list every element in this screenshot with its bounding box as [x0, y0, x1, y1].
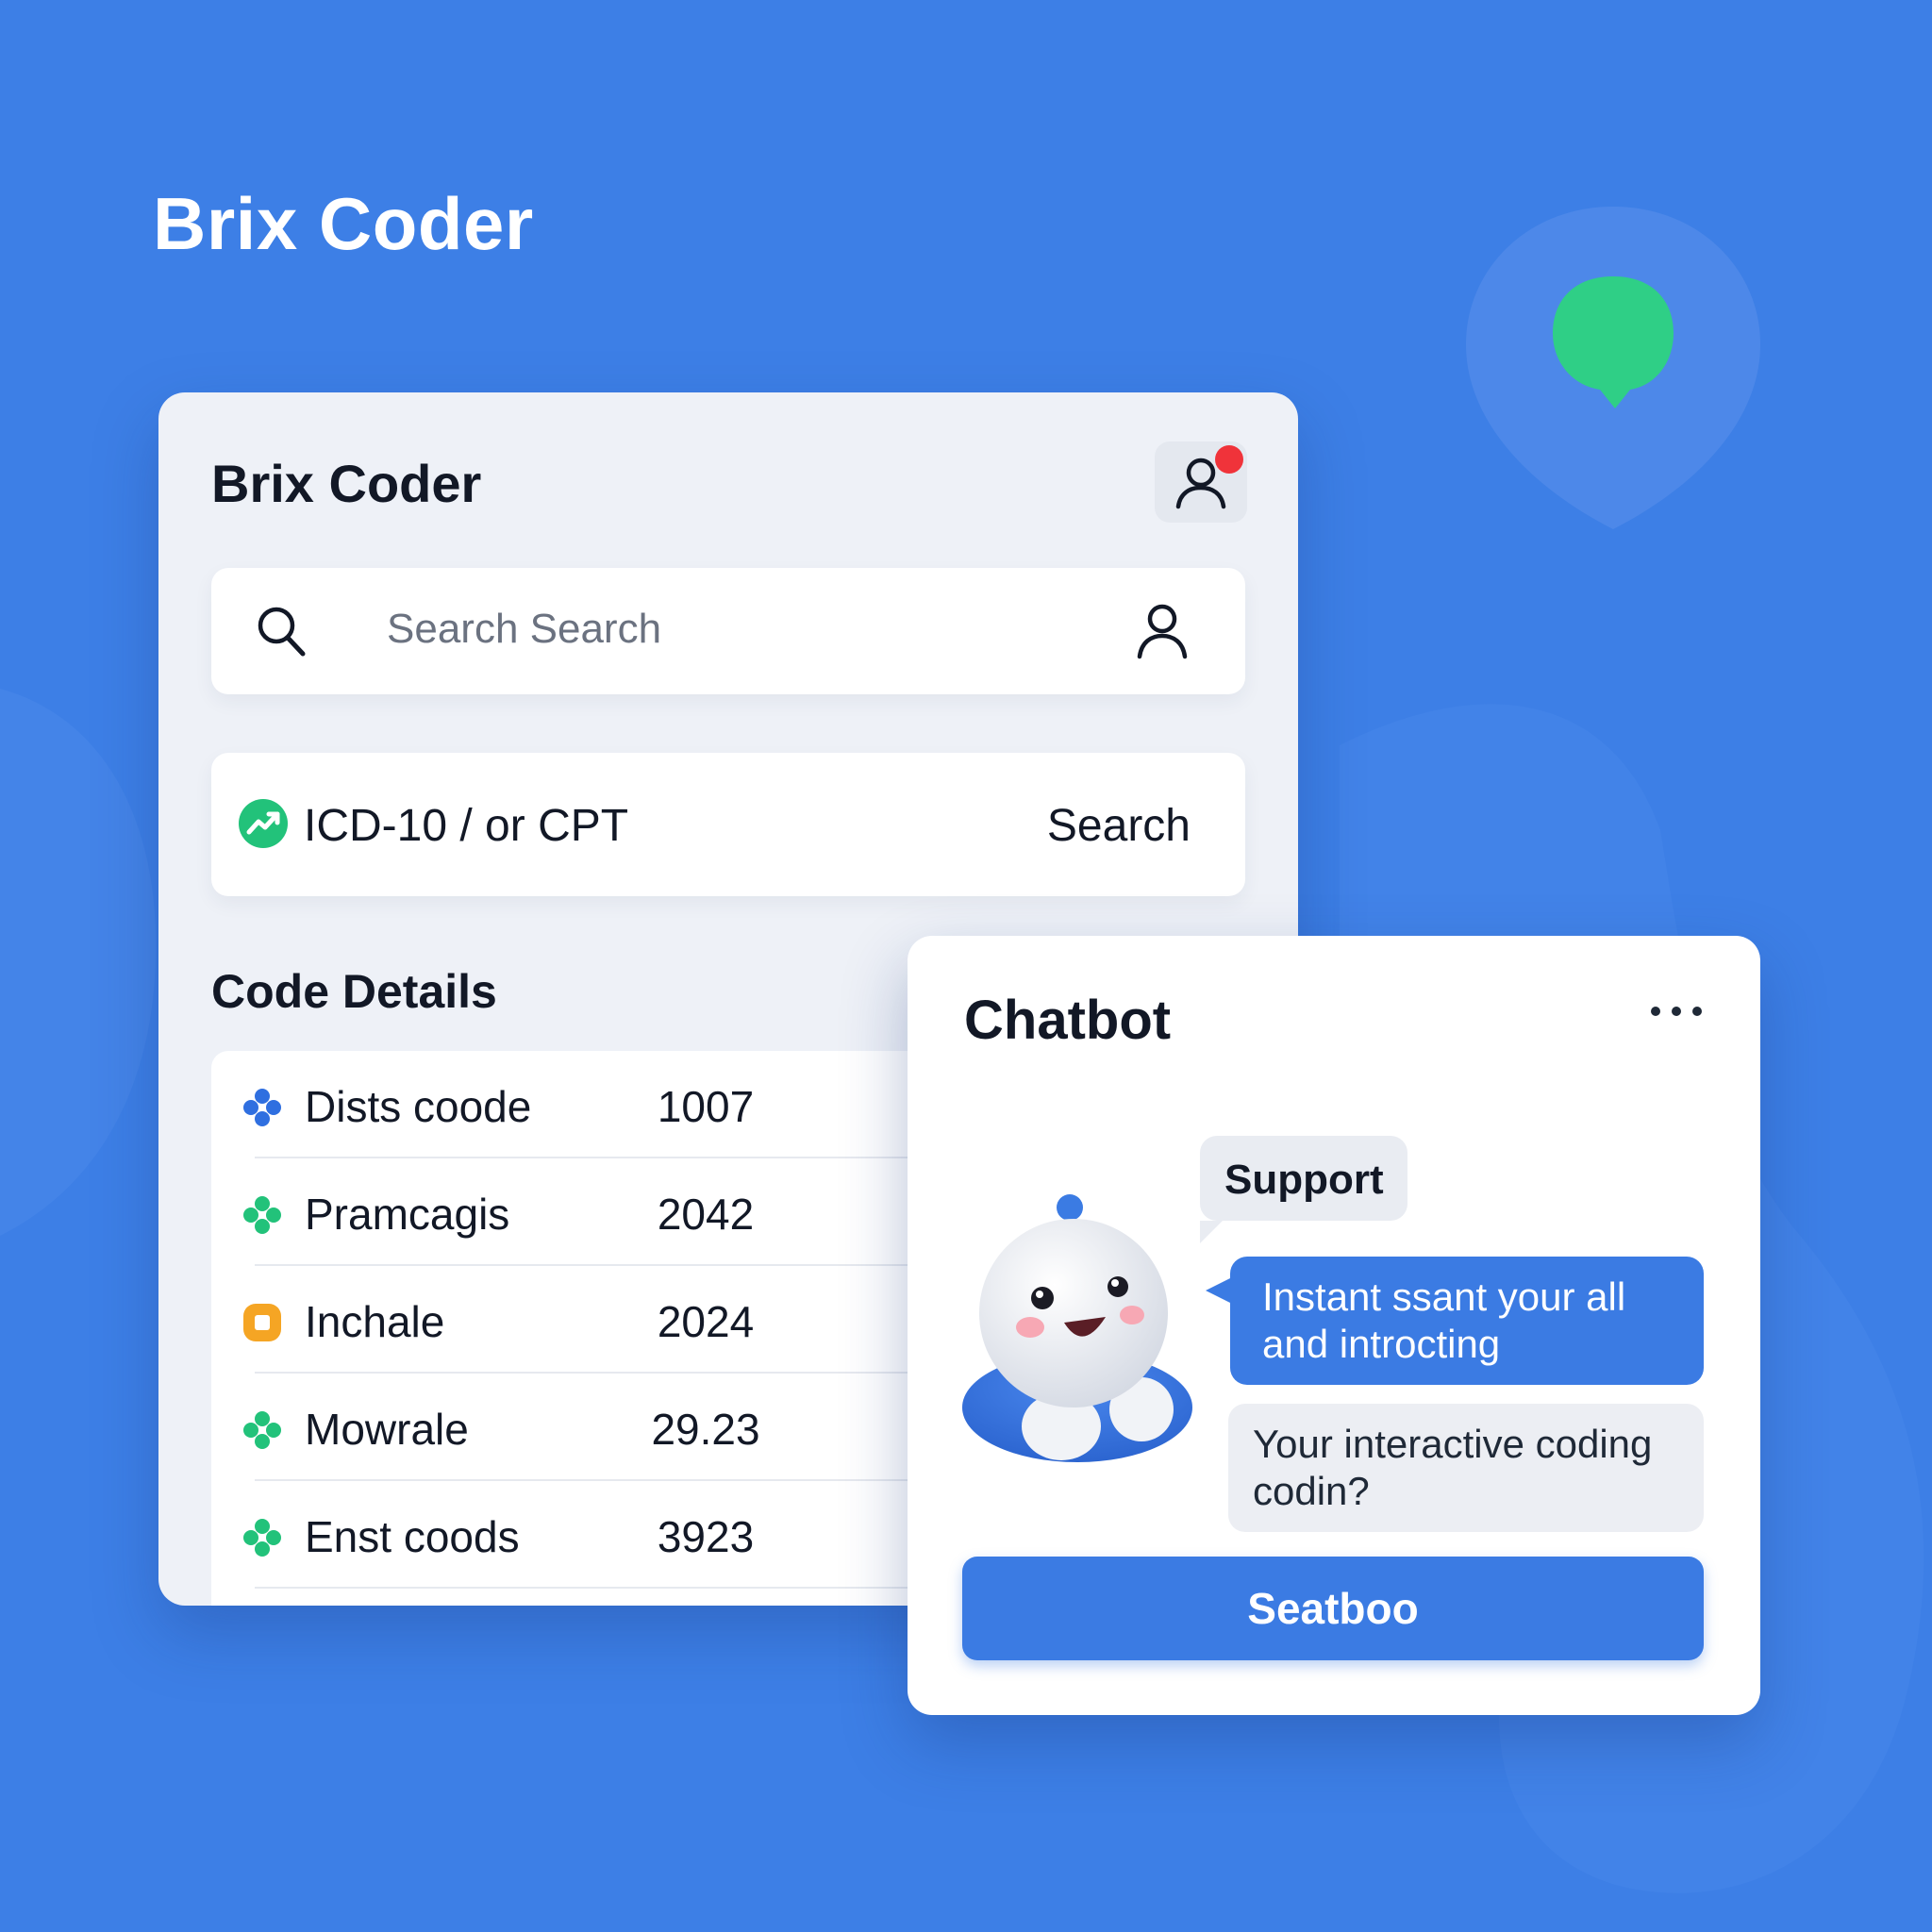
notification-dot	[1215, 445, 1243, 474]
code-name: Dists coode	[305, 1082, 532, 1131]
code-name: Pramcagis	[305, 1190, 510, 1239]
dot-icon	[1672, 1007, 1681, 1016]
code-value: 3923	[657, 1512, 755, 1561]
search-placeholder: Search Search	[387, 606, 662, 652]
search-icon	[258, 607, 306, 657]
green-cross-icon	[243, 1519, 281, 1557]
chatbot-action-button[interactable]: Seatboo	[962, 1557, 1704, 1660]
support-label-bubble: Support	[1200, 1136, 1407, 1243]
code-value: 2024	[657, 1297, 755, 1346]
orange-square-icon	[243, 1304, 281, 1341]
code-search-bar[interactable]: ICD-10 / or CPT Search	[211, 753, 1245, 896]
code-value: 2042	[657, 1190, 755, 1239]
bot-message-text: Instant ssant your all and introcting	[1262, 1274, 1626, 1366]
hero-title: Brix Coder	[153, 182, 534, 265]
dot-icon	[1651, 1007, 1660, 1016]
trending-up-icon	[239, 799, 288, 848]
code-search-button[interactable]: Search	[1047, 800, 1191, 852]
user-icon[interactable]	[1132, 600, 1192, 660]
code-details-title: Code Details	[211, 965, 497, 1018]
code-name: Enst coods	[305, 1512, 520, 1561]
user-message-text: Your interactive coding codin?	[1253, 1422, 1653, 1513]
more-options-button[interactable]	[1643, 994, 1709, 1028]
profile-button[interactable]	[1155, 441, 1247, 523]
support-label: Support	[1224, 1157, 1384, 1203]
code-name: Inchale	[305, 1297, 445, 1346]
code-name: Mowrale	[305, 1405, 469, 1454]
user-message-bubble: Your interactive coding codin?	[1228, 1404, 1704, 1532]
panel-title: Brix Coder	[211, 454, 482, 513]
code-search-label: ICD-10 / or CPT	[304, 801, 629, 851]
green-cross-icon	[243, 1196, 281, 1234]
code-value: 29.23	[651, 1405, 760, 1454]
chatbot-card: Chatbot Support Instant ssant your all a…	[908, 936, 1760, 1715]
search-input[interactable]: Search Search	[211, 568, 1245, 694]
green-cross-icon	[243, 1411, 281, 1449]
chat-bubble-badge-icon	[1466, 207, 1760, 529]
code-value: 1007	[657, 1082, 755, 1131]
blue-cross-icon	[243, 1089, 281, 1126]
robot-mascot-icon	[962, 1194, 1192, 1462]
chatbot-title: Chatbot	[964, 990, 1172, 1051]
bot-message-bubble: Instant ssant your all and introcting	[1206, 1257, 1704, 1385]
dot-icon	[1692, 1007, 1702, 1016]
